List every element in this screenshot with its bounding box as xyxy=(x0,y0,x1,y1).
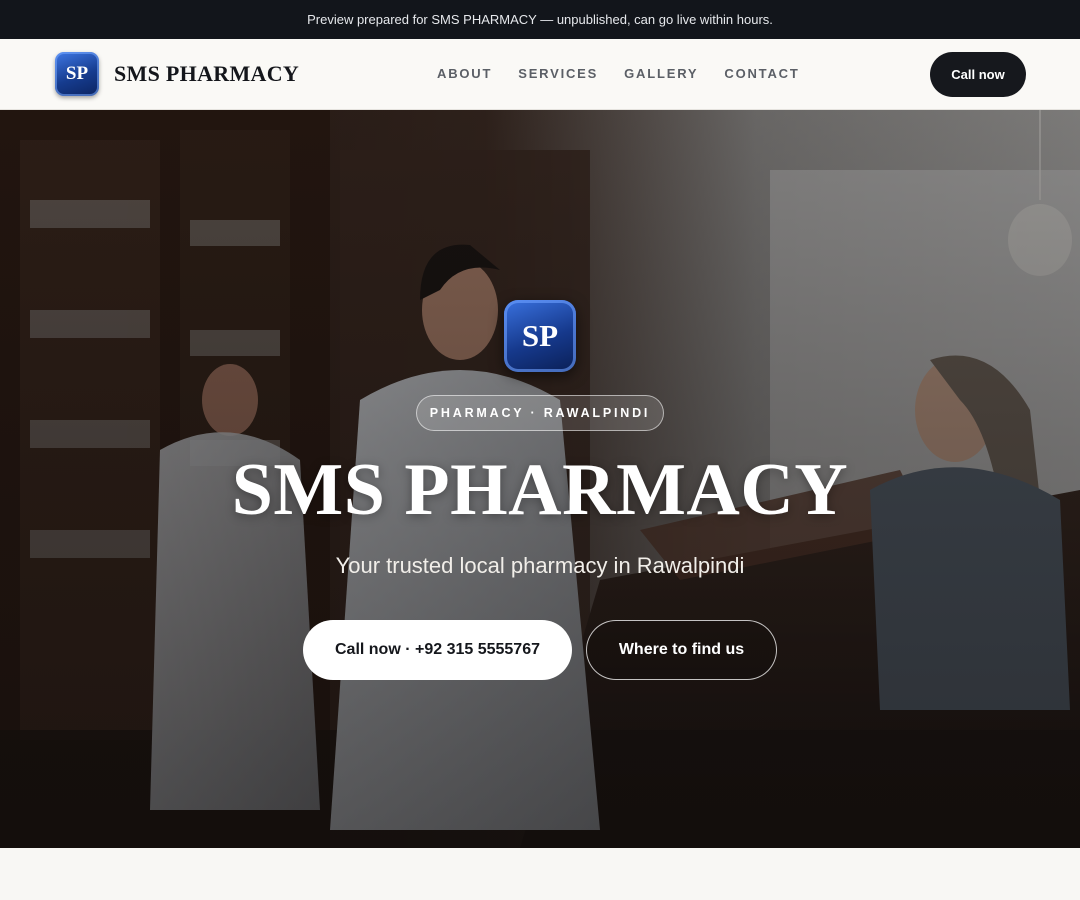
logo-icon: SP xyxy=(55,52,99,96)
logo-initials: SP xyxy=(65,63,89,84)
next-section xyxy=(0,848,1080,900)
preview-banner: Preview prepared for SMS PHARMACY — unpu… xyxy=(0,0,1080,39)
brand-name: SMS PHARMACY xyxy=(114,61,300,86)
header-call-button[interactable]: Call now xyxy=(930,52,1026,97)
hero-title: SMS PHARMACY xyxy=(231,449,849,531)
hero-subtitle: Your trusted local pharmacy in Rawalpind… xyxy=(335,553,745,578)
nav-gallery[interactable]: GALLERY xyxy=(624,66,698,81)
brand-link[interactable]: SP SMS PHARMACY xyxy=(55,52,299,96)
nav-services[interactable]: SERVICES xyxy=(518,66,598,81)
nav-contact[interactable]: CONTACT xyxy=(724,66,799,81)
nav-about[interactable]: ABOUT xyxy=(437,66,492,81)
hero-badge-text: PHARMACY · RAWALPINDI xyxy=(429,406,651,420)
site-header: SP SMS PHARMACY ABOUT SERVICES GALLERY C… xyxy=(0,39,1080,110)
main-nav: ABOUT SERVICES GALLERY CONTACT xyxy=(437,66,826,81)
hero-call-button[interactable]: Call now · +92 315 5555767 xyxy=(303,620,572,680)
hero-location-badge: PHARMACY · RAWALPINDI xyxy=(416,395,664,431)
preview-banner-text: Preview prepared for SMS PHARMACY — unpu… xyxy=(307,12,773,27)
hero-directions-button[interactable]: Where to find us xyxy=(586,620,777,680)
hero-section: SP PHARMACY · RAWALPINDI SMS PHARMACY Yo… xyxy=(0,110,1080,848)
hero-logo-initials: SP xyxy=(521,318,559,353)
hero-logo-icon: SP xyxy=(504,300,576,372)
